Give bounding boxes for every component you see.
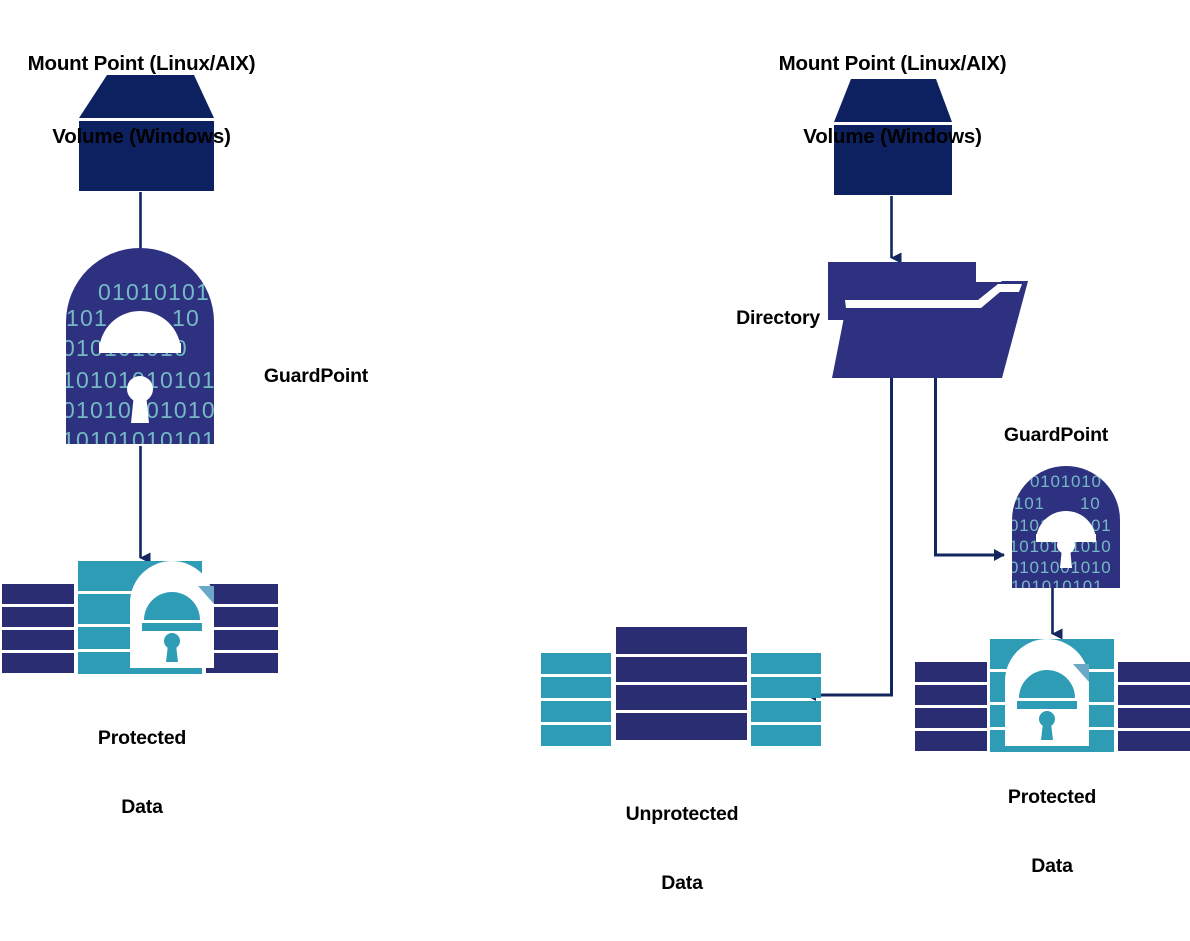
right-unprotected-label-line2: Data [661, 872, 703, 894]
right-guardpoint-label: GuardPoint [1003, 424, 1109, 446]
right-directory-folder-icon [828, 262, 1028, 378]
svg-text:0101010: 0101010 [1030, 472, 1102, 491]
left-title-line2: Volume (Windows) [52, 124, 231, 148]
left-protected-data-label: Protected Data [60, 681, 224, 865]
right-unprotected-data-label: Unprotected Data [600, 757, 764, 941]
left-protected-label-line2: Data [121, 796, 163, 818]
right-path-directory-to-unprotected [805, 378, 893, 701]
svg-text:101: 101 [1014, 494, 1045, 513]
right-title-line1: Mount Point (Linux/AIX) [778, 52, 1007, 76]
right-panel-title: Mount Point (Linux/AIX) Volume (Windows) [751, 4, 1034, 198]
svg-text:101: 101 [66, 305, 108, 331]
right-path-directory-to-guardpoint [934, 378, 1005, 561]
right-unprotected-label-line1: Unprotected [625, 803, 739, 825]
right-title-line2: Volume (Windows) [803, 124, 982, 148]
right-guardpoint-padlock-icon: 0101010 101 10 0101010101 1010101010 010… [1011, 466, 1120, 596]
svg-text:101010101: 101010101 [1011, 577, 1103, 596]
svg-text:10101010101: 10101010101 [62, 427, 216, 453]
right-directory-label: Directory [736, 307, 820, 329]
svg-text:10: 10 [172, 305, 200, 331]
left-guardpoint-padlock-icon: 010101010 101 10 010101010 1010101010101… [62, 248, 224, 453]
right-protected-data-label: Protected Data [970, 740, 1134, 924]
left-panel-title: Mount Point (Linux/AIX) Volume (Windows) [0, 4, 283, 198]
diagram-canvas: 010101010 101 10 010101010 1010101010101… [0, 0, 1190, 894]
svg-text:10: 10 [1080, 494, 1101, 513]
right-unprotected-data-icon [541, 627, 821, 746]
left-protected-data-icon [2, 561, 278, 674]
svg-text:010101010: 010101010 [98, 279, 224, 305]
right-protected-label-line1: Protected [1007, 786, 1097, 808]
right-protected-label-line2: Data [1031, 855, 1073, 877]
left-protected-label-line1: Protected [97, 727, 187, 749]
left-guardpoint-label: GuardPoint [263, 365, 369, 387]
left-title-line1: Mount Point (Linux/AIX) [27, 52, 256, 76]
